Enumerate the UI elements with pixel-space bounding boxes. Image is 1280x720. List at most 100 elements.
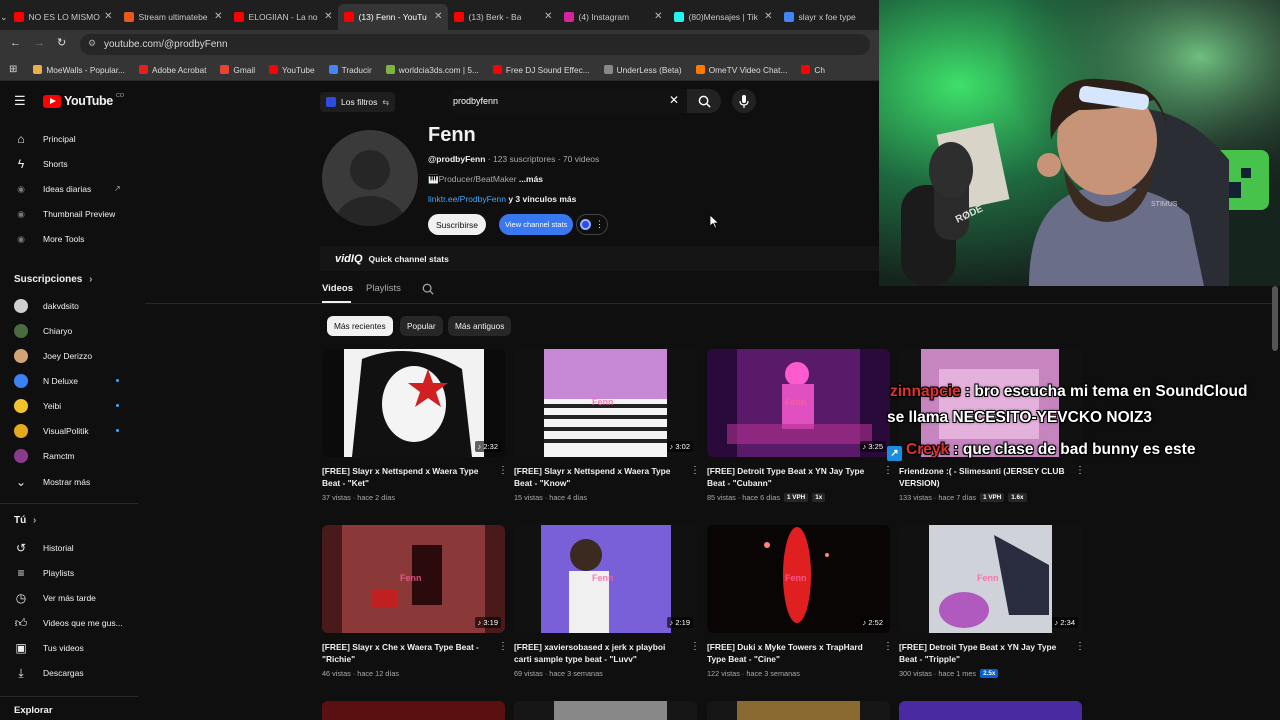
vidiq-filters-button[interactable]: Los filtros ⇆ [320, 92, 396, 112]
video-thumbnail[interactable]: Fenn ♪ 3:02 [514, 349, 697, 457]
sidebar-subscription[interactable]: dakvdsito [0, 293, 138, 318]
reload-icon[interactable]: ↻ [57, 36, 66, 49]
sidebar-item-you[interactable]: ⤓ Descargas [0, 660, 138, 685]
sidebar-item-more-tools[interactable]: ◉ More Tools [0, 226, 138, 251]
sidebar-subscription[interactable]: Chiaryo [0, 318, 138, 343]
sidebar-item-you[interactable]: 👍︎ Videos que me gus... [0, 610, 138, 635]
video-thumbnail[interactable] [707, 701, 890, 720]
sidebar-item-you[interactable]: ◷ Ver más tarde [0, 585, 138, 610]
vidiq-menu-button[interactable]: ⋮ [576, 214, 608, 235]
more-vert-icon[interactable]: ⋮ [498, 465, 508, 476]
bookmark-item[interactable]: UnderLess (Beta) [603, 65, 682, 75]
bookmark-item[interactable]: Free DJ Sound Effec... [492, 65, 590, 75]
browser-tab[interactable]: (13) Berk - Ba ✕ [448, 4, 558, 30]
browser-tab[interactable]: Stream ultimatebe ✕ [118, 4, 228, 30]
you-header[interactable]: Tú › [14, 515, 36, 526]
browser-tab[interactable]: (13) Fenn - YouTu ✕ [337, 4, 448, 30]
sidebar-item-thumbnail-preview[interactable]: ◉ Thumbnail Preview [0, 201, 138, 226]
sidebar-item-principal[interactable]: ⌂ Principal [0, 126, 138, 151]
view-channel-stats-button[interactable]: View channel stats [499, 214, 574, 235]
video-title[interactable]: [FREE] xaviersobased x jerk x playboi ca… [514, 641, 682, 665]
bookmark-item[interactable]: OmeTV Video Chat... [695, 65, 787, 75]
tab-playlists[interactable]: Playlists [366, 283, 401, 294]
close-tab-icon[interactable]: ✕ [654, 11, 662, 22]
close-tab-icon[interactable]: ✕ [104, 11, 112, 22]
clear-search-icon[interactable]: ✕ [669, 93, 679, 107]
channel-link[interactable]: linktr.ee/ProdbyFenn [428, 194, 506, 204]
back-icon[interactable]: ← [10, 37, 21, 49]
video-thumbnail[interactable] [514, 701, 697, 720]
sidebar-item-you[interactable]: ▣ Tus videos [0, 635, 138, 660]
bookmark-item[interactable]: Traducir [328, 65, 372, 75]
sidebar-item-you[interactable]: ≡ Playlists [0, 560, 138, 585]
bookmark-item[interactable]: Gmail [220, 65, 255, 75]
bookmark-item[interactable]: MoeWalls - Popular... [33, 65, 125, 75]
apps-icon[interactable]: ⊞ [9, 64, 17, 75]
subscriptions-header[interactable]: Suscripciones › [14, 274, 92, 285]
video-thumbnail[interactable]: Fenn ♪ 2:19 [514, 525, 697, 633]
sidebar-subscription[interactable]: Yeibi [0, 393, 138, 418]
more-vert-icon[interactable]: ⋮ [883, 465, 893, 476]
page-scrollbar[interactable] [1272, 286, 1278, 351]
chip-popular[interactable]: Popular [400, 316, 443, 336]
sidebar-subscription[interactable]: Joey Derizzo [0, 343, 138, 368]
more-vert-icon[interactable]: ⋮ [498, 641, 508, 652]
forward-icon[interactable]: → [34, 37, 45, 49]
browser-tab[interactable]: NO ES LO MISMO ✕ [8, 4, 118, 30]
video-thumbnail[interactable]: Fenn ♪ 2:34 [899, 525, 1082, 633]
tab-videos[interactable]: Videos [322, 283, 353, 303]
channel-search-icon[interactable] [422, 283, 434, 295]
site-info-icon[interactable]: ⚙ [88, 38, 96, 49]
video-title[interactable]: [FREE] Slayr x Nettspend x Waera Type Be… [322, 465, 490, 489]
video-thumbnail[interactable] [322, 701, 505, 720]
sidebar-item-shorts[interactable]: ϟ Shorts [0, 151, 138, 176]
video-title[interactable]: [FREE] Detroit Type Beat x YN Jay Type B… [899, 641, 1067, 665]
video-thumbnail[interactable]: Fenn ♪ 2:52 [707, 525, 890, 633]
search-button[interactable] [687, 89, 721, 113]
sidebar-item-you[interactable]: ↺ Historial [0, 535, 138, 560]
browser-tab[interactable]: ELOGIIAN - La no ✕ [228, 4, 338, 30]
video-thumbnail[interactable]: Fenn ♪ 3:19 [322, 525, 505, 633]
video-title[interactable]: [FREE] Duki x Myke Towers x TrapHard Typ… [707, 641, 875, 665]
close-tab-icon[interactable]: ✕ [434, 11, 442, 22]
bookmark-item[interactable]: worldcia3ds.com | 5... [385, 65, 479, 75]
video-title[interactable]: Friendzone :( - Slimesanti (JERSEY CLUB … [899, 465, 1067, 489]
sidebar-subscription[interactable]: VisualPolitik [0, 418, 138, 443]
sidebar-subscription[interactable]: N Deluxe [0, 368, 138, 393]
vidiq-stats-bar[interactable]: vidIQ Quick channel stats [320, 246, 880, 271]
video-title[interactable]: [FREE] Slayr x Che x Waera Type Beat - "… [322, 641, 490, 665]
more-links[interactable]: y 3 vínculos más [508, 194, 576, 204]
bookmark-item[interactable]: YouTube [269, 65, 315, 75]
video-title[interactable]: [FREE] Slayr x Nettspend x Waera Type Be… [514, 465, 682, 489]
browser-tab[interactable]: slayr x foe type [778, 4, 888, 30]
sidebar-subscription[interactable]: Ramctm [0, 443, 138, 468]
description-more-link[interactable]: ...más [519, 174, 543, 184]
search-input[interactable]: prodbyfenn ✕ [447, 89, 687, 113]
video-thumbnail[interactable] [899, 701, 1082, 720]
tab-search-button[interactable]: ⌄ [0, 4, 8, 30]
more-vert-icon[interactable]: ⋮ [690, 465, 700, 476]
close-tab-icon[interactable]: ✕ [324, 11, 332, 22]
close-tab-icon[interactable]: ✕ [214, 11, 222, 22]
channel-avatar[interactable] [322, 130, 418, 226]
more-vert-icon[interactable]: ⋮ [883, 641, 893, 652]
close-tab-icon[interactable]: ✕ [544, 11, 552, 22]
bookmark-item[interactable]: Ch [801, 65, 825, 75]
browser-tab[interactable]: (80)Mensajes | Tik ✕ [668, 4, 778, 30]
sidebar-item-ideas-diarias[interactable]: ◉ Ideas diarias ↗ [0, 176, 138, 201]
subscribe-button[interactable]: Suscribirse [428, 214, 487, 235]
browser-tab[interactable]: (4) Instagram ✕ [558, 4, 668, 30]
chip-oldest[interactable]: Más antiguos [448, 316, 512, 336]
video-thumbnail[interactable]: ♪ 2:32 [322, 349, 505, 457]
video-thumbnail[interactable]: Fenn ♪ 3:25 [707, 349, 890, 457]
bookmark-item[interactable]: Adobe Acrobat [138, 65, 206, 75]
more-vert-icon[interactable]: ⋮ [1075, 465, 1085, 476]
more-vert-icon[interactable]: ⋮ [690, 641, 700, 652]
close-tab-icon[interactable]: ✕ [764, 11, 772, 22]
voice-search-button[interactable] [732, 89, 756, 113]
chip-newest[interactable]: Más recientes [327, 316, 393, 336]
more-vert-icon[interactable]: ⋮ [1075, 641, 1085, 652]
show-more-button[interactable]: ⌄ Mostrar más [0, 469, 138, 494]
video-title[interactable]: [FREE] Detroit Type Beat x YN Jay Type B… [707, 465, 875, 489]
address-bar[interactable]: ⚙ youtube.com/@prodbyFenn [80, 34, 870, 55]
